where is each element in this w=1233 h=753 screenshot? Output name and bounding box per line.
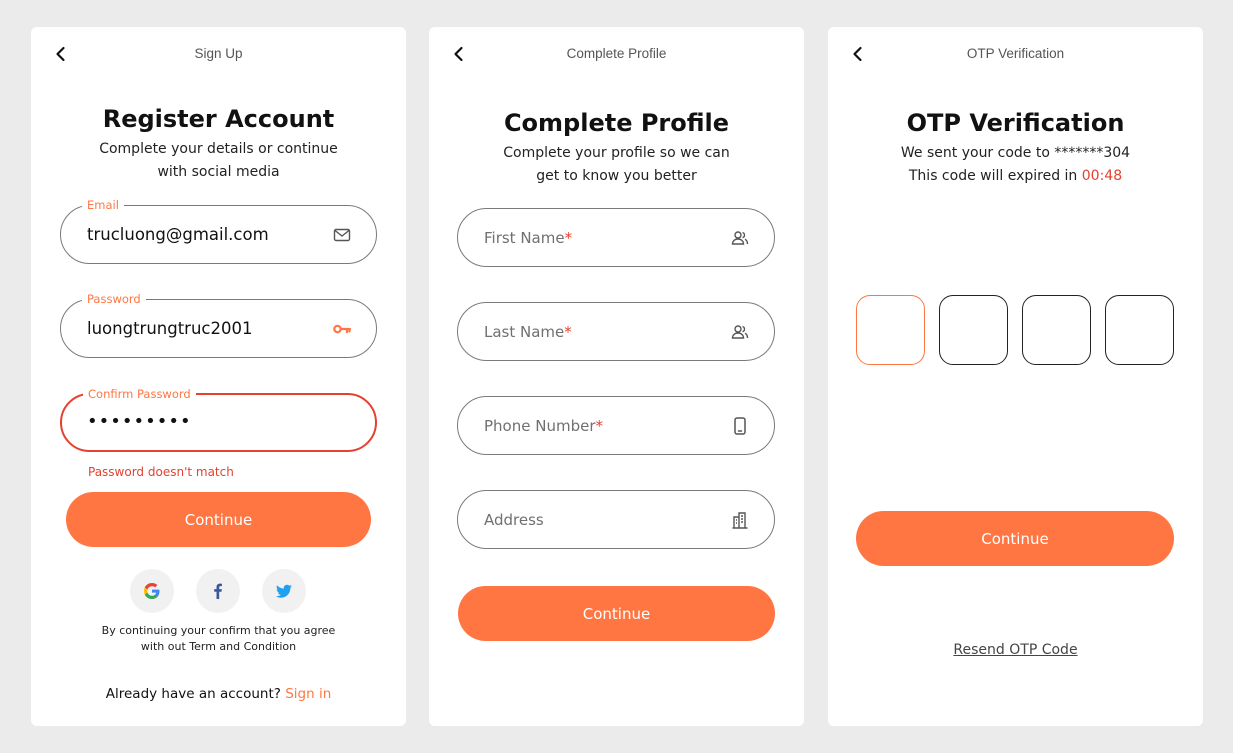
confirm-password-value[interactable]: ••••••••• [87,412,192,432]
key-icon[interactable] [332,319,352,339]
sign-in-link[interactable]: Sign in [285,686,331,702]
signup-screen: Sign Up Register Account Complete your d… [31,27,406,726]
page-subtitle: Complete your profile so we can get to k… [459,142,774,188]
error-message: Password doesn't match [88,465,234,479]
signup-topbar: Sign Up [31,27,406,83]
confirm-password-field[interactable]: Confirm Password ••••••••• [60,386,377,452]
countdown-timer: 00:48 [1081,168,1123,184]
otp-topbar: OTP Verification [828,27,1203,83]
phone-icon [730,416,750,436]
building-icon [730,510,750,530]
resend-otp-link[interactable]: Resend OTP Code [828,642,1203,658]
last-name-placeholder: Last Name* [484,323,572,341]
page-subtitle: Complete your details or continue with s… [61,138,376,184]
last-name-field[interactable]: Last Name* [457,302,775,361]
phone-number-placeholder: Phone Number* [484,417,603,435]
sent-code-text: We sent your code to *******304 [900,145,1131,161]
page-title: OTP Verification [906,109,1125,137]
already-text: Already have an account? [105,686,281,702]
terms-text: By continuing your confirm that you agre… [71,623,366,655]
first-name-placeholder: First Name* [484,229,573,247]
password-value[interactable]: luongtrungtruc2001 [87,319,252,339]
twitter-icon[interactable] [262,569,306,613]
first-name-field[interactable]: First Name* [457,208,775,267]
phone-number-field[interactable]: Phone Number* [457,396,775,455]
continue-button[interactable]: Continue [856,511,1174,566]
email-label: Email [82,197,124,213]
profile-topbar: Complete Profile [429,27,804,83]
user-icon [730,228,750,248]
topbar-title: Sign Up [194,46,243,61]
address-placeholder: Address [484,511,544,529]
otp-digit-input[interactable] [856,295,925,365]
page-subtitle: We sent your code to *******304 This cod… [858,142,1173,188]
user-icon [730,322,750,342]
continue-button[interactable]: Continue [66,492,371,547]
subtitle-line: Complete your details or continue [99,141,338,157]
password-field[interactable]: Password luongtrungtruc2001 [60,291,377,358]
email-value[interactable]: trucluong@gmail.com [87,225,269,245]
otp-digit-input[interactable] [1022,295,1091,365]
password-label: Password [82,291,146,307]
address-field[interactable]: Address [457,490,775,549]
otp-verification-screen: OTP Verification OTP Verification We sen… [828,27,1203,726]
subtitle-line: get to know you better [536,168,697,184]
page-title: Register Account [102,105,335,133]
otp-digit-input[interactable] [1105,295,1174,365]
complete-profile-screen: Complete Profile Complete Profile Comple… [429,27,804,726]
topbar-title: Complete Profile [566,46,667,61]
email-field[interactable]: Email trucluong@gmail.com [60,197,377,264]
continue-button[interactable]: Continue [458,586,775,641]
otp-digit-input[interactable] [939,295,1008,365]
subtitle-line: with social media [157,164,280,180]
expire-text: This code will expired in 00:48 [908,168,1123,184]
google-icon[interactable] [130,569,174,613]
subtitle-line: Complete your profile so we can [503,145,730,161]
facebook-icon[interactable] [196,569,240,613]
topbar-title: OTP Verification [966,46,1065,61]
terms-line: By continuing your confirm that you agre… [101,624,336,637]
terms-line: with out Term and Condition [140,640,297,653]
signin-prompt: Already have an account? Sign in [31,686,406,702]
page-title: Complete Profile [503,109,730,137]
mail-icon [332,225,352,245]
confirm-password-label: Confirm Password [83,386,196,402]
